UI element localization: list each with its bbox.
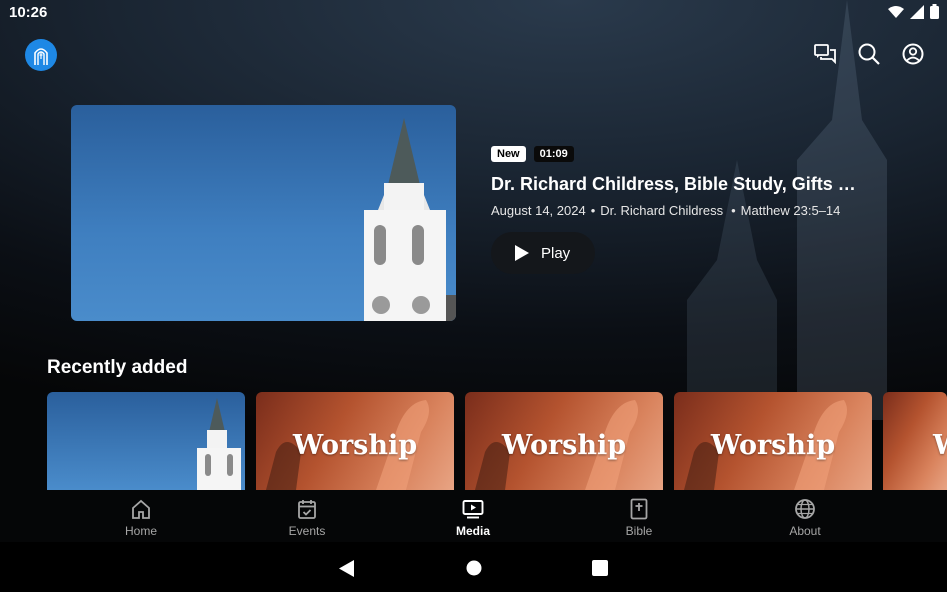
recents-button[interactable] (592, 560, 608, 581)
meta-passage: Matthew 23:5–14 (740, 203, 841, 218)
play-button[interactable]: Play (491, 232, 595, 274)
home-icon (132, 499, 150, 519)
recents-square-icon (592, 560, 608, 576)
nav-label: About (789, 524, 821, 538)
recently-added-row[interactable]: Worship Worship Worship W (47, 392, 947, 490)
nav-label: Events (288, 524, 326, 538)
account-button[interactable] (901, 42, 925, 66)
nav-media[interactable]: Media (413, 498, 533, 538)
church-door-icon (34, 48, 48, 65)
chat-icon (814, 44, 836, 64)
featured-title[interactable]: Dr. Richard Childress, Bible Study, Gift… (491, 174, 861, 195)
featured-video-info: New 01:09 Dr. Richard Childress, Bible S… (491, 146, 931, 274)
back-button[interactable] (339, 560, 355, 582)
top-app-bar (0, 34, 947, 78)
search-icon (858, 43, 880, 65)
new-badge: New (491, 146, 526, 162)
duration-badge: 01:09 (533, 146, 574, 162)
media-card[interactable] (47, 392, 245, 490)
globe-icon (795, 499, 815, 519)
signal-icon (910, 4, 924, 19)
app-logo[interactable] (25, 39, 57, 71)
meta-speaker: Dr. Richard Childress (600, 203, 724, 218)
wifi-icon (888, 5, 904, 18)
nav-about[interactable]: About (745, 498, 865, 538)
account-circle-icon (902, 43, 924, 65)
badge-row: New 01:09 (491, 146, 931, 162)
bible-icon (630, 498, 648, 520)
nav-home[interactable]: Home (81, 498, 201, 538)
media-card[interactable]: Worship (465, 392, 663, 490)
battery-icon (930, 4, 939, 19)
card-title: Worship (292, 430, 418, 461)
status-bar: 10:26 (0, 0, 947, 24)
back-triangle-icon (339, 560, 354, 577)
media-card[interactable]: Worship (256, 392, 454, 490)
card-title: Worship (501, 430, 627, 461)
status-icons (888, 4, 939, 19)
featured-meta: August 14, 2024 • Dr. Richard Childress … (491, 203, 931, 218)
bottom-navigation: Home Events Media Bible About (0, 490, 947, 542)
church-steeple-image (197, 398, 241, 490)
nav-label: Bible (625, 524, 653, 538)
nav-label: Home (124, 524, 157, 538)
meta-date: August 14, 2024 (491, 203, 586, 218)
media-card[interactable]: Worship (674, 392, 872, 490)
home-system-button[interactable] (466, 560, 482, 581)
church-steeple-image (364, 118, 456, 321)
play-icon (515, 245, 529, 261)
home-circle-icon (466, 560, 482, 576)
play-screen-icon (462, 500, 484, 519)
featured-video-thumbnail[interactable] (71, 105, 456, 321)
top-actions (813, 42, 925, 66)
card-title: W (933, 430, 947, 461)
recently-added-title: Recently added (47, 357, 188, 378)
media-card[interactable]: W (883, 392, 947, 490)
calendar-icon (298, 500, 316, 519)
chat-button[interactable] (813, 42, 837, 66)
card-title: Worship (710, 430, 836, 461)
nav-bible[interactable]: Bible (579, 498, 699, 538)
system-navigation-bar (0, 542, 947, 592)
search-button[interactable] (857, 42, 881, 66)
nav-events[interactable]: Events (247, 498, 367, 538)
play-label: Play (541, 244, 571, 262)
status-time: 10:26 (9, 4, 48, 21)
nav-label: Media (455, 524, 490, 538)
meta-separator: • (731, 203, 736, 218)
meta-separator: • (590, 203, 596, 218)
